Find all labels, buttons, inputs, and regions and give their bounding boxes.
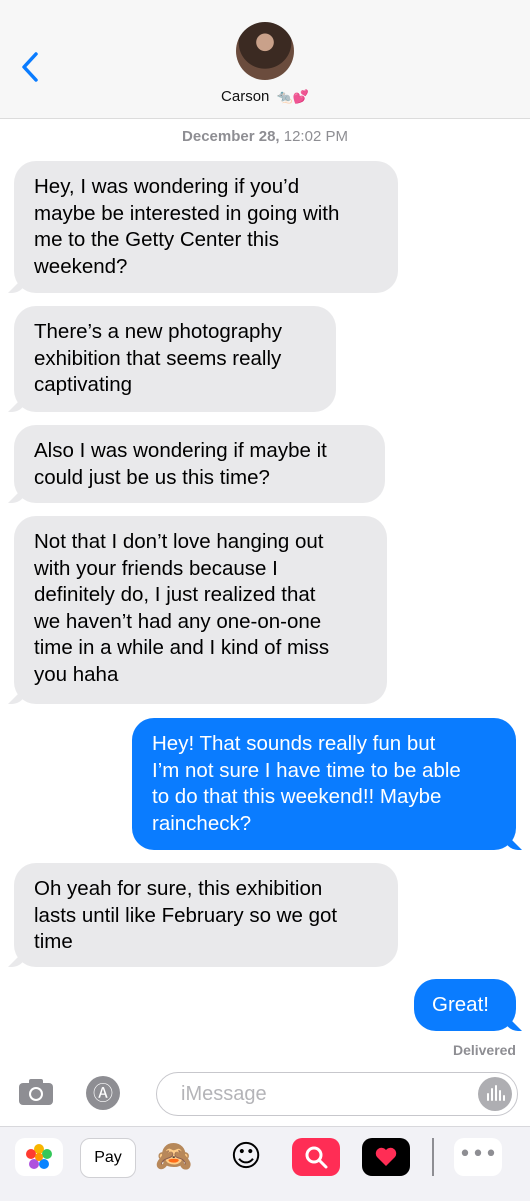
memoji-icon[interactable]: ☺ — [222, 1138, 270, 1176]
voice-message-icon[interactable] — [478, 1077, 512, 1111]
timestamp-time: 12:02 PM — [283, 128, 348, 145]
incoming-message-bubble[interactable]: Not that I don’t love hanging out with y… — [14, 516, 387, 704]
contact-name-row[interactable]: Carson 🐀💕 — [0, 88, 530, 105]
outgoing-message-bubble[interactable]: Hey! That sounds really fun but I’m not … — [132, 718, 516, 850]
monkey-emoji-icon[interactable]: 🙈 — [150, 1138, 198, 1176]
incoming-message-bubble[interactable]: Also I was wondering if maybe it could j… — [14, 425, 385, 503]
outgoing-message-bubble[interactable]: Great! — [414, 979, 516, 1031]
drawer-divider — [432, 1138, 434, 1176]
camera-icon[interactable] — [18, 1078, 54, 1106]
contact-avatar[interactable] — [236, 22, 294, 80]
contact-name: Carson — [221, 88, 270, 105]
imessage-input[interactable]: iMessage — [156, 1072, 518, 1116]
message-timestamp: December 28, 12:02 PM — [0, 128, 530, 145]
incoming-message-bubble[interactable]: Oh yeah for sure, this exhibition lasts … — [14, 863, 398, 967]
digital-touch-icon[interactable] — [362, 1138, 410, 1176]
back-chevron-icon[interactable] — [18, 50, 44, 84]
delivered-status: Delivered — [452, 1042, 516, 1058]
contact-emoji: 🐀💕 — [276, 90, 309, 105]
app-store-icon[interactable]: Ⓐ — [86, 1076, 120, 1110]
image-search-icon[interactable] — [292, 1138, 340, 1176]
timestamp-date: December 28, — [182, 128, 280, 145]
apple-pay-icon[interactable]: Pay — [80, 1138, 136, 1178]
conversation-header: Carson 🐀💕 — [0, 0, 530, 119]
apple-pay-label: Pay — [94, 1149, 122, 1166]
incoming-message-bubble[interactable]: There’s a new photography exhibition tha… — [14, 306, 336, 412]
incoming-message-bubble[interactable]: Hey, I was wondering if you’d maybe be i… — [14, 161, 398, 293]
more-icon[interactable]: ••• — [454, 1138, 502, 1176]
photos-icon[interactable] — [15, 1138, 63, 1176]
